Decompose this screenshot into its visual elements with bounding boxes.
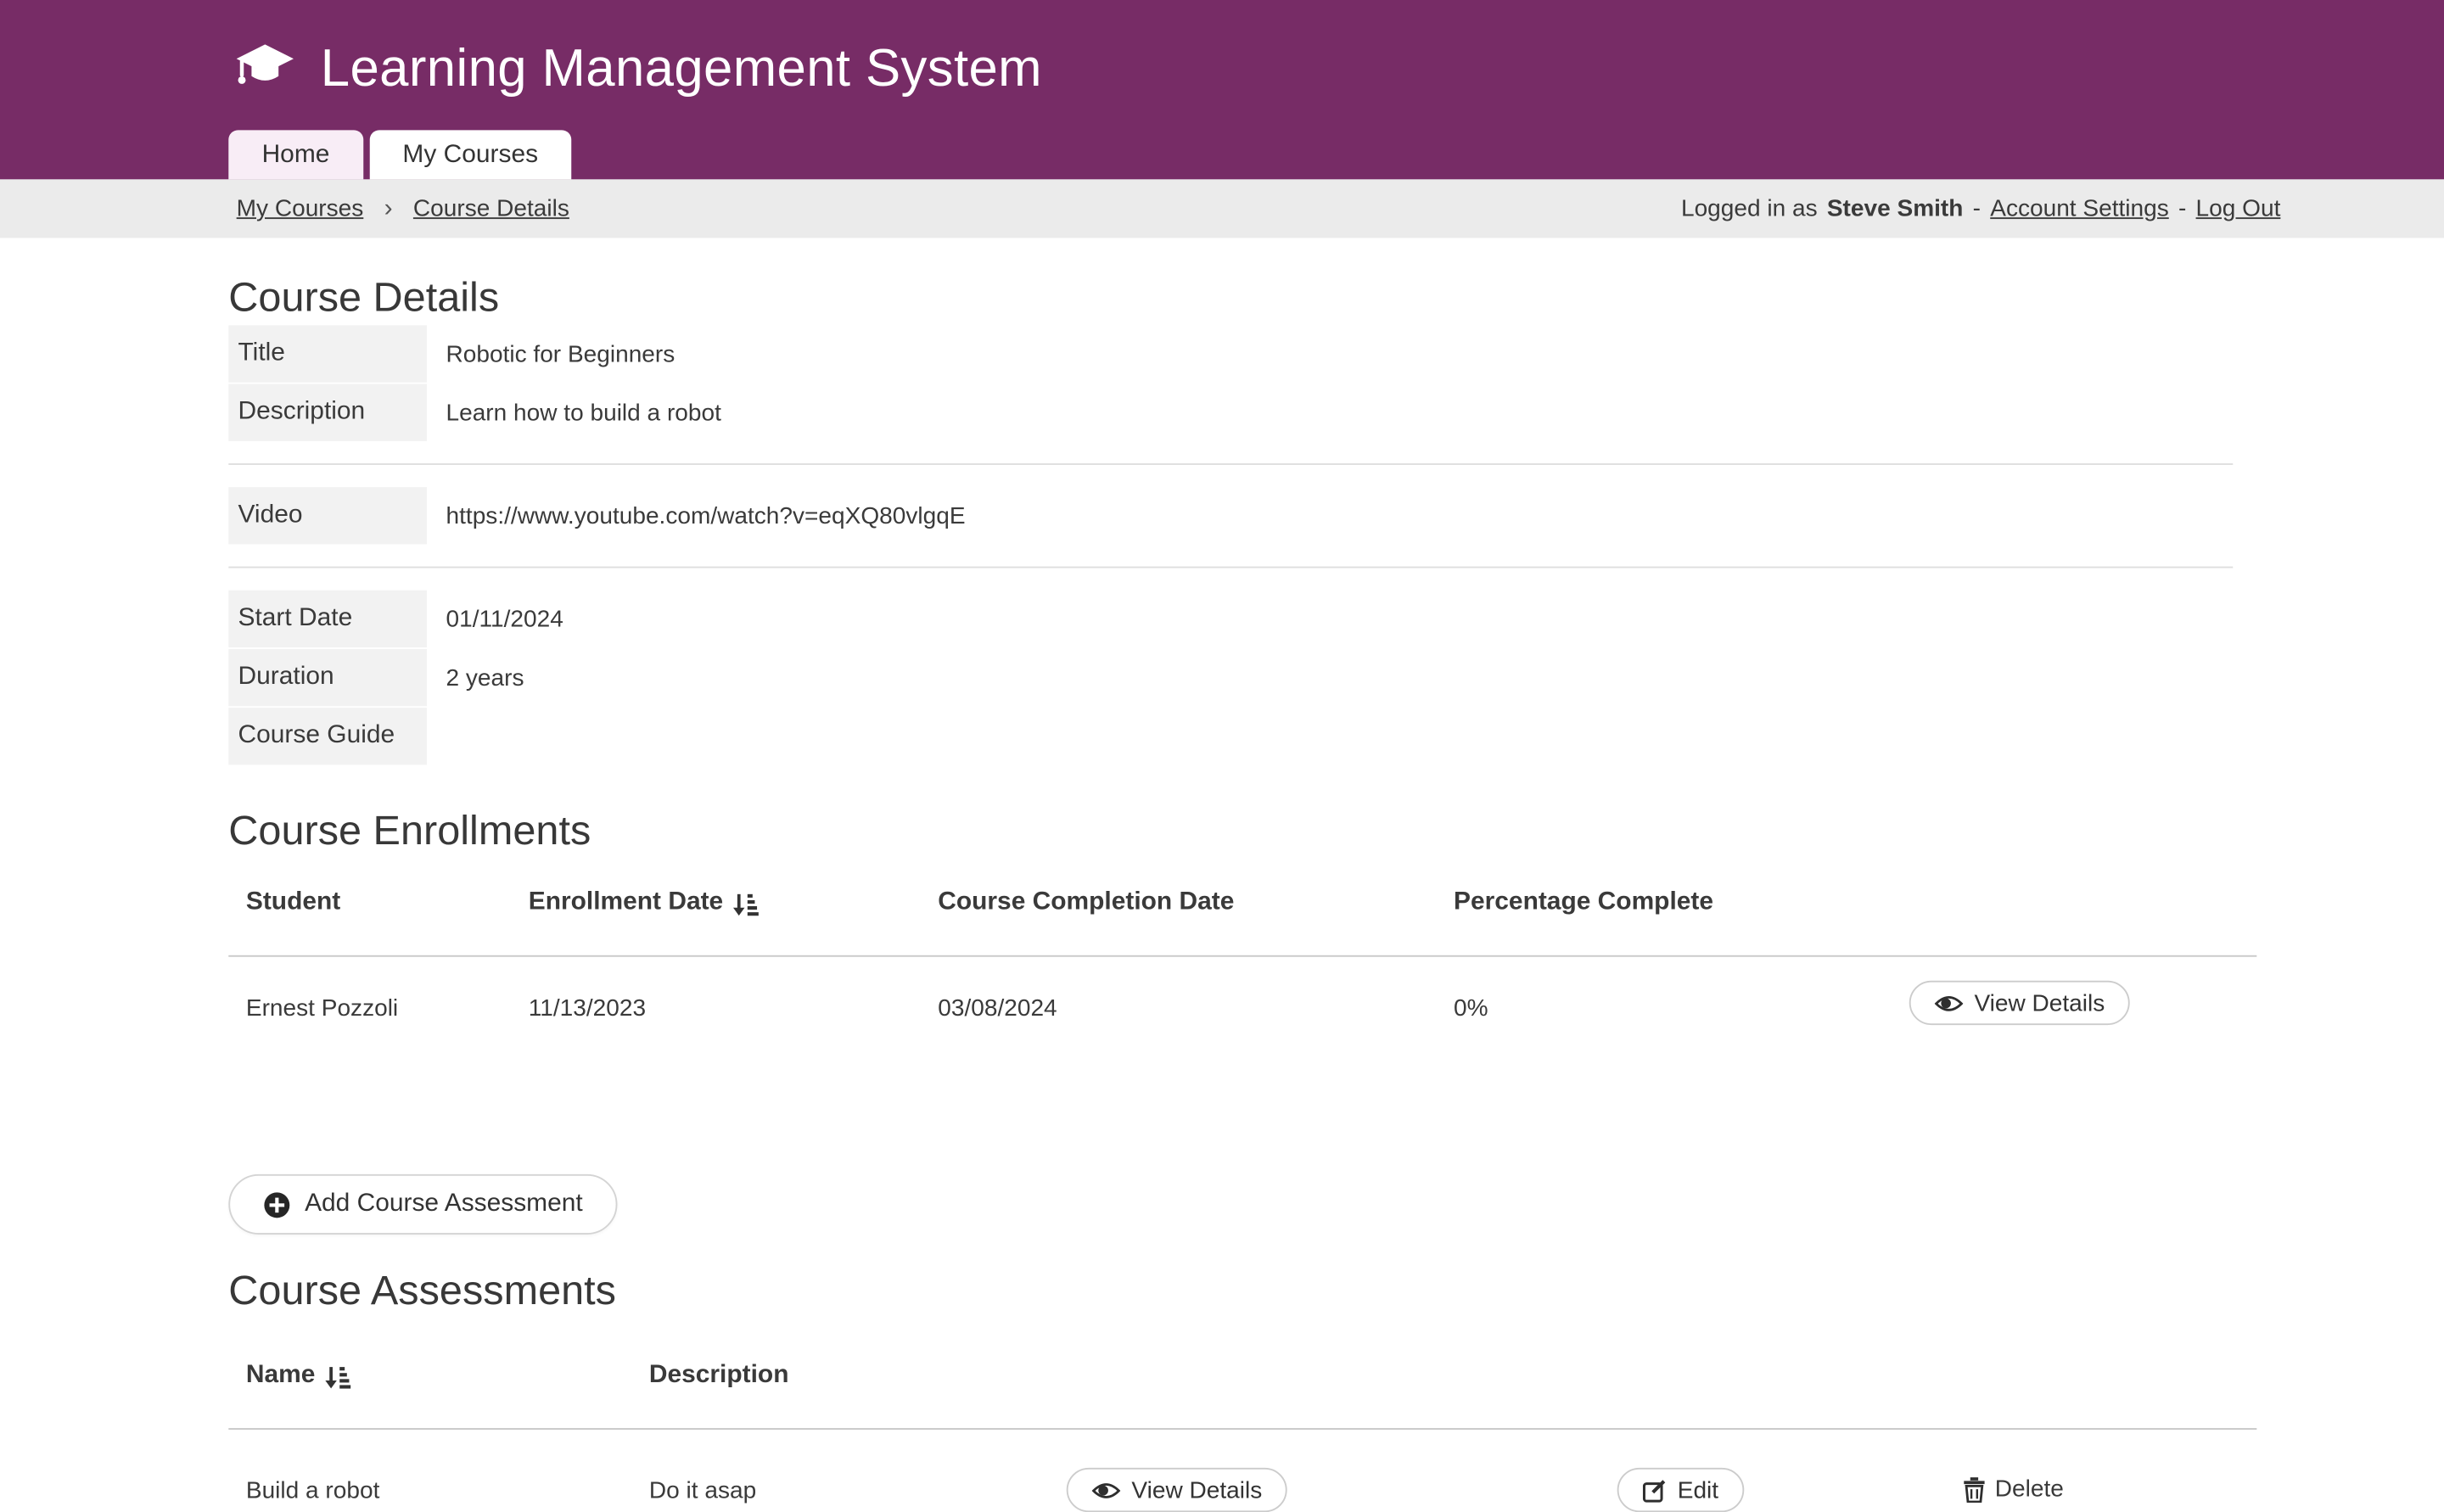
tab-home[interactable]: Home: [228, 130, 362, 179]
divider: [228, 567, 2233, 568]
add-course-assessment-button[interactable]: Add Course Assessment: [228, 1174, 618, 1235]
assessment-row: Build a robot Do it asap View Details: [228, 1442, 2256, 1512]
app-header: Learning Management System Home My Cours…: [0, 0, 2444, 179]
view-details-label: View Details: [1974, 989, 2105, 1016]
col-name[interactable]: Name: [228, 1326, 649, 1428]
breadcrumb-link-my-courses[interactable]: My Courses: [237, 195, 364, 222]
view-details-label: View Details: [1131, 1476, 1262, 1504]
breadcrumb: My Courses › Course Details: [237, 194, 569, 223]
detail-value: Learn how to build a robot: [446, 384, 721, 441]
course-details-list: Title Robotic for Beginners Description …: [228, 325, 2256, 764]
trash-icon: [1963, 1476, 1985, 1502]
sort-amount-down-icon[interactable]: [325, 1366, 350, 1397]
sort-amount-down-icon[interactable]: [732, 893, 758, 925]
cell-delete: Delete: [1963, 1468, 2256, 1512]
detail-value: Robotic for Beginners: [446, 325, 675, 382]
add-assessment-wrap: Add Course Assessment: [228, 1174, 2256, 1235]
col-actions: [1909, 854, 2257, 955]
delete-label: Delete: [1995, 1476, 2064, 1503]
logged-in-label: Logged in as: [1681, 195, 1818, 222]
session-info: Logged in as Steve Smith - Account Setti…: [1681, 195, 2280, 222]
main-tabs: Home My Courses: [228, 130, 571, 179]
col-enrollment-date-label: Enrollment Date: [529, 888, 723, 917]
assessments-table-header: Name Description: [228, 1326, 2256, 1428]
enrollments-table-header: Student Enrollment Date Course Completio…: [228, 854, 2256, 955]
view-details-button[interactable]: View Details: [1909, 981, 2130, 1025]
divider: [228, 463, 2233, 465]
detail-row-video: Video https://www.youtube.com/watch?v=eq…: [228, 487, 2256, 544]
tab-my-courses[interactable]: My Courses: [369, 130, 571, 179]
enrollment-row: Ernest Pozzoli 11/13/2023 03/08/2024 0% …: [228, 957, 2256, 1025]
detail-label: Description: [228, 384, 427, 441]
detail-row-duration: Duration 2 years: [228, 649, 2256, 706]
col-description: Description: [649, 1326, 1067, 1428]
cell-enrollment-date: 11/13/2023: [529, 957, 938, 1025]
log-out-link[interactable]: Log Out: [2196, 195, 2281, 222]
detail-row-description: Description Learn how to build a robot: [228, 384, 2256, 441]
view-details-button[interactable]: View Details: [1067, 1468, 1287, 1512]
col-student: Student: [228, 854, 528, 955]
brand: Learning Management System: [0, 0, 2444, 98]
page: Learning Management System Home My Cours…: [0, 0, 2444, 1437]
cell-view-details: View Details: [1067, 1468, 1617, 1512]
breadcrumb-link-course-details[interactable]: Course Details: [413, 195, 569, 222]
cell-description: Do it asap: [649, 1468, 1067, 1512]
col-enrollment-date[interactable]: Enrollment Date: [529, 854, 938, 955]
edit-button[interactable]: Edit: [1617, 1468, 1744, 1512]
user-name: Steve Smith: [1827, 195, 1964, 222]
plus-circle-icon: [263, 1191, 290, 1218]
edit-icon: [1643, 1478, 1667, 1502]
detail-label: Course Guide: [228, 708, 427, 764]
eye-icon: [1092, 1480, 1121, 1500]
app-title: Learning Management System: [321, 38, 1042, 98]
main-content: Course Details Title Robotic for Beginne…: [0, 238, 2444, 1512]
detail-row-course-guide: Course Guide: [228, 708, 2256, 764]
cell-actions: View Details: [1909, 957, 2257, 1025]
table-header-divider: [228, 1428, 2256, 1430]
graduation-cap-icon: [235, 42, 295, 93]
detail-row-title: Title Robotic for Beginners: [228, 325, 2256, 382]
separator-dash: -: [2178, 195, 2186, 222]
detail-label: Title: [228, 325, 427, 382]
account-settings-link[interactable]: Account Settings: [1990, 195, 2169, 222]
detail-label: Duration: [228, 649, 427, 706]
col-percentage-complete: Percentage Complete: [1454, 854, 1909, 955]
course-enrollments-heading: Course Enrollments: [228, 806, 2256, 854]
detail-value: 01/11/2024: [446, 591, 563, 647]
col-spacer: [1617, 1326, 1964, 1428]
cell-percentage: 0%: [1454, 957, 1909, 1025]
detail-label: Start Date: [228, 591, 427, 647]
course-assessments-heading: Course Assessments: [228, 1266, 2256, 1313]
detail-label: Video: [228, 487, 427, 544]
course-details-heading: Course Details: [228, 273, 2256, 321]
detail-row-start-date: Start Date 01/11/2024: [228, 591, 2256, 647]
col-spacer: [1067, 1326, 1617, 1428]
col-spacer: [1963, 1326, 2256, 1428]
separator-dash: -: [1973, 195, 1981, 222]
cell-name: Build a robot: [228, 1468, 649, 1512]
edit-label: Edit: [1678, 1476, 1718, 1504]
col-completion-date: Course Completion Date: [938, 854, 1454, 955]
detail-value: https://www.youtube.com/watch?v=eqXQ80vl…: [446, 487, 966, 544]
eye-icon: [1935, 993, 1964, 1013]
delete-button[interactable]: Delete: [1963, 1468, 2063, 1503]
cell-completion-date: 03/08/2024: [938, 957, 1454, 1025]
cell-student: Ernest Pozzoli: [228, 957, 528, 1025]
chevron-right-icon: ›: [384, 194, 393, 223]
add-course-assessment-label: Add Course Assessment: [305, 1190, 583, 1219]
breadcrumb-bar: My Courses › Course Details Logged in as…: [0, 179, 2444, 238]
col-name-label: Name: [246, 1362, 315, 1391]
detail-value: 2 years: [446, 649, 524, 706]
cell-edit: Edit: [1617, 1468, 1964, 1512]
